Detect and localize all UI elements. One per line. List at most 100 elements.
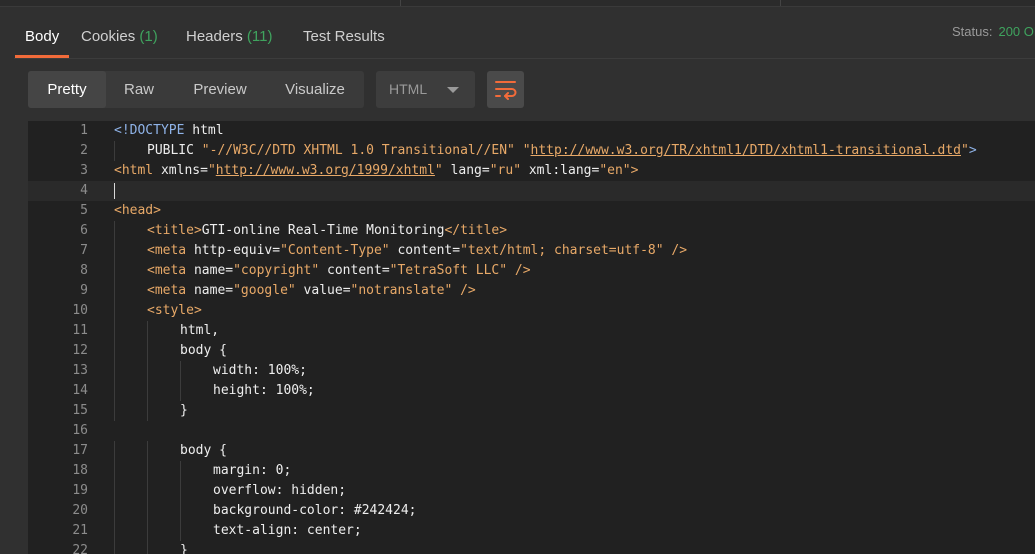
indent-guide <box>147 401 148 421</box>
code-token: name= <box>186 283 234 298</box>
code-token: margin: 0; <box>213 463 292 478</box>
code-text: <meta name="copyright" content="TetraSof… <box>147 261 531 281</box>
code-token: "copyright" <box>233 263 320 278</box>
language-select-value: HTML <box>389 81 428 97</box>
code-line[interactable]: 18 margin: 0; <box>28 461 1035 481</box>
wrap-lines-icon <box>495 81 517 100</box>
view-pretty-button[interactable]: Pretty <box>28 71 106 108</box>
code-line[interactable]: 17 body { <box>28 441 1035 461</box>
code-token: height: 100%; <box>213 383 315 398</box>
code-token: http://www.w3.org/TR/xhtml1/DTD/xhtml1-t… <box>530 143 961 158</box>
indent-guide <box>147 481 148 501</box>
indent-guide <box>114 301 115 321</box>
code-token: body { <box>180 443 227 458</box>
code-token: <head> <box>114 203 161 218</box>
indent-guide <box>114 141 115 161</box>
code-token: http-equiv= <box>186 243 281 258</box>
status-value: 200 OK <box>998 24 1035 39</box>
code-line[interactable]: 12 body { <box>28 341 1035 361</box>
indent-guide <box>147 461 148 481</box>
code-token: " <box>961 143 969 158</box>
chevron-down-icon <box>447 87 459 93</box>
code-text: PUBLIC "-//W3C//DTD XHTML 1.0 Transition… <box>147 141 977 161</box>
code-line[interactable]: 3 <html xmlns="http://www.w3.org/1999/xht… <box>28 161 1035 181</box>
view-raw-button[interactable]: Raw <box>108 71 170 108</box>
response-status: Status: 200 OK <box>952 24 1035 39</box>
line-number: 9 <box>80 283 88 298</box>
code-line[interactable]: 9 <meta name="google" value="notranslate"… <box>28 281 1035 301</box>
indent-guide <box>147 341 148 361</box>
line-number: 12 <box>72 343 88 358</box>
indent-guide <box>114 461 115 481</box>
code-line[interactable]: 7 <meta http-equiv="Content-Type" content… <box>28 241 1035 261</box>
code-line[interactable]: 16 <box>28 421 1035 441</box>
indent-guide <box>147 361 148 381</box>
indent-guide <box>114 341 115 361</box>
code-text: margin: 0; <box>213 461 291 481</box>
code-line[interactable]: 4 <box>28 181 1035 201</box>
code-line[interactable]: 14 height: 100%; <box>28 381 1035 401</box>
code-line[interactable]: 5 <head> <box>28 201 1035 221</box>
code-line[interactable]: 2 PUBLIC "-//W3C//DTD XHTML 1.0 Transitio… <box>28 141 1035 161</box>
indent-guide <box>114 441 115 461</box>
tabs-divider <box>14 58 1035 59</box>
code-text: <head> <box>114 201 161 221</box>
wrap-lines-button[interactable] <box>487 71 524 108</box>
code-line[interactable]: 13 width: 100%; <box>28 361 1035 381</box>
code-editor[interactable]: 1 <!DOCTYPE html 2 PUBLIC "-//W3C//DTD XHTM… <box>28 121 1035 554</box>
code-token: <title> <box>147 223 202 238</box>
code-token: "TetraSoft LLC" <box>389 263 508 278</box>
code-token: /> <box>452 283 476 298</box>
indent-guide <box>114 381 115 401</box>
line-number: 20 <box>72 503 88 518</box>
code-token: > <box>630 163 639 178</box>
code-text: background-color: #242424; <box>213 501 417 521</box>
language-select[interactable]: HTML <box>376 71 475 108</box>
line-number: 17 <box>72 443 88 458</box>
indent-guide <box>147 541 148 554</box>
code-line[interactable]: 22} <box>28 541 1035 554</box>
code-line[interactable]: 20 background-color: #242424; <box>28 501 1035 521</box>
code-token: } <box>180 403 188 418</box>
code-token: "google" <box>233 283 296 298</box>
code-token: PUBLIC <box>147 143 202 158</box>
code-text: width: 100%; <box>213 361 307 381</box>
code-line[interactable]: 8 <meta name="copyright" content="TetraSo… <box>28 261 1035 281</box>
code-line[interactable]: 21 text-align: center; <box>28 521 1035 541</box>
tab-test-results[interactable]: Test Results <box>303 18 385 56</box>
indent-guide <box>180 481 181 501</box>
code-line[interactable]: 11 html, <box>28 321 1035 341</box>
indent-guide <box>114 401 115 421</box>
tab-body[interactable]: Body <box>14 18 70 58</box>
view-preview-button[interactable]: Preview <box>178 71 262 108</box>
code-token: background-color: #242424; <box>213 503 417 518</box>
indent-guide <box>114 541 115 554</box>
code-token: " <box>207 163 216 178</box>
line-number: 2 <box>80 143 88 158</box>
code-line[interactable]: 15} <box>28 401 1035 421</box>
code-token: <style> <box>147 303 202 318</box>
code-token: "Content-Type" <box>280 243 390 258</box>
code-token: /> <box>507 263 531 278</box>
code-line[interactable]: 19 overflow: hidden; <box>28 481 1035 501</box>
view-visualize-button[interactable]: Visualize <box>270 71 360 108</box>
line-number: 10 <box>72 303 88 318</box>
code-text: body { <box>180 441 227 461</box>
tab-headers[interactable]: Headers (11) <box>186 18 272 56</box>
tab-headers-label: Headers <box>186 28 243 45</box>
code-line[interactable]: 6 <title>GTI-online Real-Time Monitoring<… <box>28 221 1035 241</box>
code-token: > <box>968 143 977 158</box>
code-token: text-align: center; <box>213 523 362 538</box>
code-line[interactable]: 10 <style> <box>28 301 1035 321</box>
code-token: "en" <box>599 163 631 178</box>
tab-cookies[interactable]: Cookies (1) <box>81 18 158 56</box>
code-line[interactable]: 1 <!DOCTYPE html <box>28 121 1035 141</box>
top-strip <box>0 0 1035 7</box>
indent-guide <box>147 321 148 341</box>
code-token: value= <box>295 283 351 298</box>
code-text: <style> <box>147 301 202 321</box>
tab-headers-count: (11) <box>246 28 273 45</box>
code-text: } <box>180 401 188 421</box>
indent-guide <box>114 281 115 301</box>
code-text: <title>GTI-online Real-Time Monitoring</… <box>147 221 507 241</box>
